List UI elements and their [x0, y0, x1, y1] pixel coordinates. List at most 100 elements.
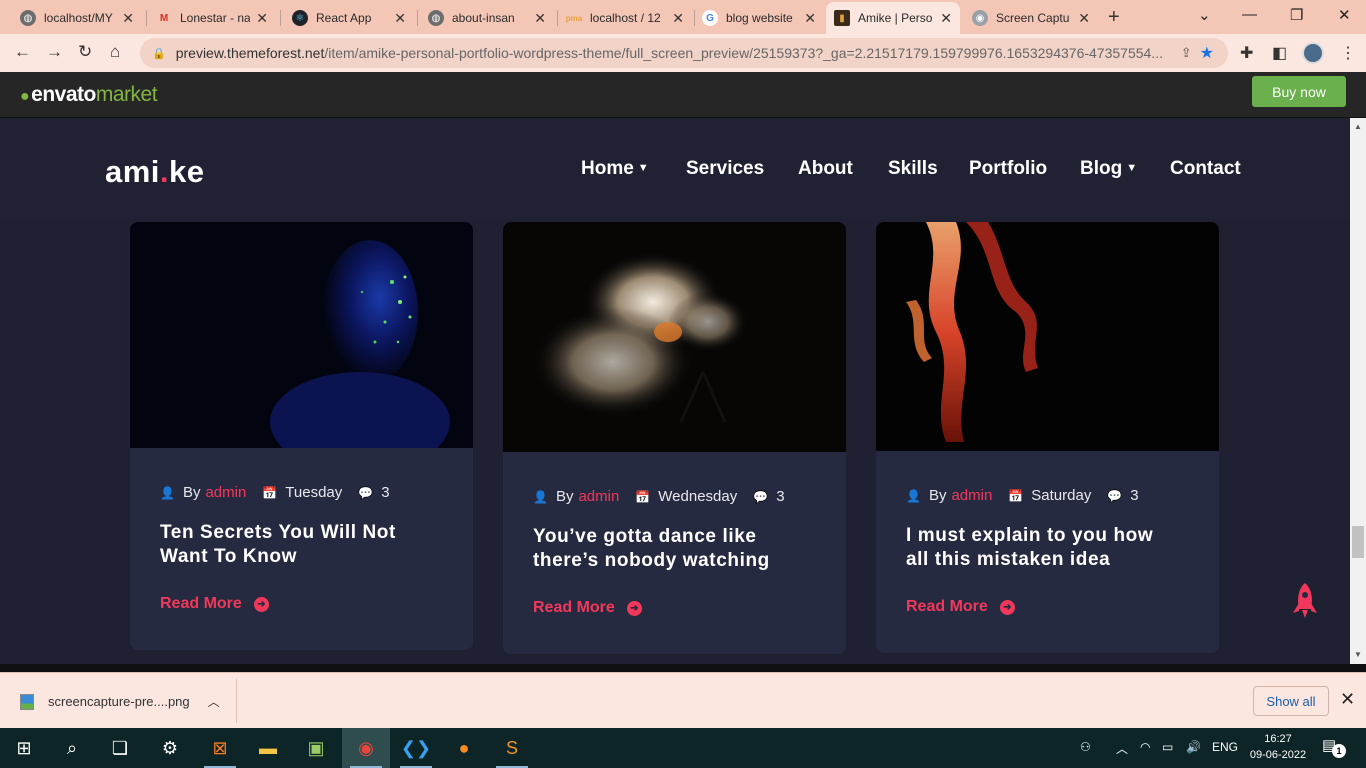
extensions-icon[interactable]: ✚ — [1240, 43, 1253, 63]
post-title[interactable]: You’ve gotta dance like there’s nobody w… — [533, 525, 816, 573]
reload-icon[interactable]: ↻ — [78, 42, 92, 62]
windows-taskbar: ⊞ ⌕ ❏ ⚙ ⊠ ▬ ▣ ◉ ❮❯ ● S ⚇ ︿ ◠ ▭ 🔊 ENG 16:… — [0, 728, 1366, 768]
screen: ◍ localhost/MY ✕ M Lonestar - na ✕ ⚛ Rea… — [0, 0, 1366, 768]
blog-card: 👤 By admin 📅 Tuesday 💬 3 Ten Secrets You… — [130, 222, 473, 650]
chevron-up-icon[interactable]: ︿ — [1116, 740, 1128, 757]
post-title[interactable]: Ten Secrets You Will Not Want To Know — [160, 521, 443, 569]
envato-logo[interactable]: ●envatomarket — [20, 83, 158, 107]
back-icon[interactable]: ← — [14, 42, 31, 62]
forward-icon[interactable]: → — [46, 42, 63, 62]
browser-tab[interactable]: ◍ localhost/MY ✕ — [12, 4, 142, 32]
bookmark-star-icon[interactable]: ★ — [1200, 43, 1214, 63]
read-more-link[interactable]: Read More ➜ — [160, 595, 443, 613]
blog-image-red-smoke[interactable] — [876, 222, 1219, 451]
post-title[interactable]: I must explain to you how all this mista… — [906, 524, 1189, 572]
browser-tab-active[interactable]: ▮ Amike | Perso ✕ — [826, 2, 960, 34]
home-icon[interactable]: ⌂ — [110, 42, 120, 62]
close-icon[interactable]: ✕ — [672, 10, 684, 27]
restore-icon[interactable]: ❐ — [1290, 6, 1303, 24]
system-clock[interactable]: 16:27 09-06-2022 — [1248, 731, 1308, 763]
close-icon[interactable]: ✕ — [940, 10, 952, 27]
minimize-icon[interactable]: — — [1242, 6, 1257, 23]
author-link[interactable]: admin — [205, 484, 246, 501]
blog-image-smoke[interactable] — [503, 222, 846, 452]
new-tab-button[interactable]: + — [1108, 6, 1120, 29]
tab-title: React App — [316, 11, 372, 25]
notification-center-icon[interactable]: ▤ 1 — [1322, 736, 1346, 758]
scroll-down-icon[interactable]: ▼ — [1354, 650, 1362, 659]
address-bar[interactable]: 🔒 preview.themeforest.net/item/amike-per… — [140, 38, 1228, 68]
battery-icon[interactable]: ▭ — [1162, 740, 1173, 754]
author-link[interactable]: admin — [578, 488, 619, 505]
user-icon: 👤 — [160, 485, 175, 500]
nav-about[interactable]: About — [798, 158, 853, 180]
scroll-thumb[interactable] — [1352, 526, 1364, 558]
menu-icon[interactable]: ⋮ — [1340, 43, 1356, 63]
download-item[interactable]: screencapture-pre....png ︿ — [20, 693, 220, 710]
chevron-up-icon[interactable]: ︿ — [208, 693, 220, 710]
chrome-icon[interactable]: ◉ — [342, 728, 390, 768]
profile-avatar[interactable] — [1302, 42, 1324, 64]
close-icon[interactable]: ✕ — [394, 10, 406, 27]
xampp-icon[interactable]: ⊠ — [196, 728, 244, 768]
scroll-up-icon[interactable]: ▲ — [1354, 122, 1362, 131]
browser-toolbar: ← → ↻ ⌂ 🔒 preview.themeforest.net/item/a… — [0, 34, 1366, 72]
nav-services[interactable]: Services — [686, 158, 764, 180]
browser-tab[interactable]: M Lonestar - na ✕ — [148, 4, 276, 32]
post-day: Wednesday — [658, 488, 738, 505]
nav-contact[interactable]: Contact — [1170, 158, 1241, 180]
task-view-icon[interactable]: ❏ — [96, 728, 144, 768]
close-window-icon[interactable]: ✕ — [1338, 6, 1351, 24]
read-more-link[interactable]: Read More ➜ — [906, 598, 1189, 616]
read-more-link[interactable]: Read More ➜ — [533, 599, 816, 617]
react-icon: ⚛ — [292, 10, 308, 26]
show-all-button[interactable]: Show all — [1253, 686, 1329, 716]
envato-bar: ●envatomarket — [0, 72, 1366, 118]
browser-tab[interactable]: ◍ about-insan ✕ — [420, 4, 554, 32]
close-icon[interactable]: ✕ — [804, 10, 816, 27]
windows-start-icon[interactable]: ⊞ — [0, 728, 48, 768]
amike-icon: ▮ — [834, 10, 850, 26]
browser-tab[interactable]: ◉ Screen Captu ✕ — [964, 4, 1098, 32]
nav-home[interactable]: Home ▼ — [581, 158, 649, 180]
tab-search-icon[interactable]: ⌄ — [1198, 6, 1211, 24]
download-filename: screencapture-pre....png — [48, 694, 190, 709]
read-more-label: Read More — [533, 599, 615, 616]
envato-logo-sub: market — [95, 83, 158, 106]
close-icon[interactable]: ✕ — [1078, 10, 1090, 27]
close-icon[interactable]: ✕ — [1340, 689, 1355, 710]
comment-count: 3 — [381, 484, 390, 501]
close-icon[interactable]: ✕ — [122, 10, 134, 27]
wifi-icon[interactable]: ◠ — [1140, 740, 1150, 754]
file-explorer-icon[interactable]: ▬ — [244, 728, 292, 768]
side-panel-icon[interactable]: ◧ — [1272, 43, 1287, 63]
tab-separator — [417, 10, 418, 26]
nav-portfolio[interactable]: Portfolio — [969, 158, 1047, 180]
author-link[interactable]: admin — [951, 487, 992, 504]
share-icon[interactable]: ⇪ — [1181, 45, 1192, 61]
browser-tab-strip: ◍ localhost/MY ✕ M Lonestar - na ✕ ⚛ Rea… — [0, 0, 1366, 34]
site-logo[interactable]: ami.ke — [105, 154, 205, 190]
volume-icon[interactable]: 🔊 — [1186, 740, 1201, 754]
browser-tab[interactable]: ⚛ React App ✕ — [284, 4, 414, 32]
store-icon[interactable]: ▣ — [292, 728, 340, 768]
blog-image-glitter-face[interactable] — [130, 222, 473, 448]
people-icon[interactable]: ⚇ — [1080, 740, 1091, 754]
page-scrollbar[interactable] — [1350, 118, 1366, 664]
read-more-label: Read More — [160, 595, 242, 612]
rocket-icon[interactable] — [1292, 583, 1318, 619]
settings-gear-icon[interactable]: ⚙ — [146, 728, 194, 768]
nav-skills[interactable]: Skills — [888, 158, 938, 180]
post-meta: 👤 By admin 📅 Wednesday 💬 3 — [533, 488, 816, 505]
firefox-icon[interactable]: ● — [440, 728, 488, 768]
nav-blog[interactable]: Blog ▼ — [1080, 158, 1137, 180]
sublime-text-icon[interactable]: S — [488, 728, 536, 768]
browser-tab[interactable]: G blog website ✕ — [694, 4, 824, 32]
close-icon[interactable]: ✕ — [534, 10, 546, 27]
browser-tab[interactable]: pma localhost / 12 ✕ — [558, 4, 692, 32]
close-icon[interactable]: ✕ — [256, 10, 268, 27]
vscode-icon[interactable]: ❮❯ — [392, 728, 440, 768]
language-indicator[interactable]: ENG — [1212, 740, 1238, 754]
buy-now-button[interactable]: Buy now — [1252, 76, 1346, 107]
search-icon[interactable]: ⌕ — [48, 728, 96, 768]
